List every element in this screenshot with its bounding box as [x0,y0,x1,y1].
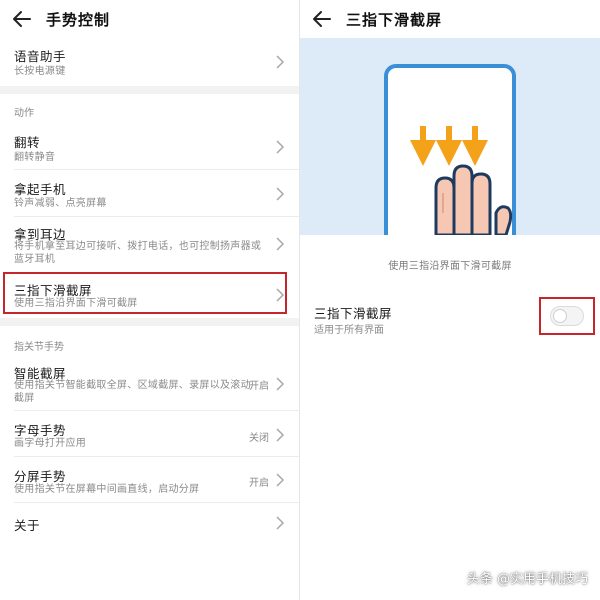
smart-screenshot-sub: 使用指关节智能截取全屏、区域截屏、录屏以及滚动截屏 [14,380,251,404]
chevron-right-icon [276,377,285,391]
section-gap [0,318,299,326]
page-title: 三指下滑截屏 [346,11,443,29]
setting-label: 三指下滑截屏 [314,306,393,321]
chevron-right-icon [276,516,285,530]
flip-item[interactable]: 翻转 翻转静音 [0,122,299,170]
flip-label: 翻转 [14,135,41,150]
letter-gesture-sub: 画字母打开应用 [14,438,87,449]
voice-assistant-label: 语音助手 [14,49,67,64]
pick-up-phone-sub: 铃声减弱、点亮屏幕 [14,198,107,209]
flip-sub: 翻转静音 [14,152,56,163]
raise-to-ear-sub: 将手机拿至耳边可接听、拨打电话，也可控制扬声器或蓝牙耳机 [14,241,262,265]
page-title: 手势控制 [46,11,111,29]
section-header-actions: 动作 [14,108,34,119]
illustration-caption: 使用三指沿界面下滑可截屏 [388,261,512,272]
raise-to-ear-item[interactable]: 拿到耳边 将手机拿至耳边可接听、拨打电话，也可控制扬声器或蓝牙耳机 [0,217,299,272]
gesture-control-panel: 手势控制 语音助手 长按电源键 动作 翻转 翻转静音 拿起手机 铃声减弱、点亮屏… [0,0,299,600]
top-bar: 三指下滑截屏 [300,0,600,38]
chevron-right-icon [276,140,285,154]
highlight-box [3,272,287,314]
setting-sub: 适用于所有界面 [314,325,384,336]
watermark: 头条 @实用手机技巧 [466,572,588,587]
back-arrow-icon[interactable] [10,8,34,30]
three-finger-screenshot-panel: 三指下滑截屏 使用三指沿界面下滑可截屏 三指下滑截屏 适用于所有界面 [300,0,600,600]
split-screen-gesture-status: 开启 [249,478,269,489]
chevron-right-icon [276,473,285,487]
pick-up-phone-label: 拿起手机 [14,182,67,197]
smart-screenshot-status: 开启 [249,381,269,392]
highlight-box [539,297,595,335]
gesture-illustration [300,38,600,258]
letter-gesture-status: 关闭 [249,433,269,444]
smart-screenshot-item[interactable]: 智能截屏 使用指关节智能截取全屏、区域截屏、录屏以及滚动截屏 开启 [0,357,299,411]
voice-assistant-item[interactable]: 语音助手 长按电源键 [0,38,299,86]
about-label: 关于 [14,518,41,533]
three-finger-swipe-illustration [384,64,516,258]
chevron-right-icon [276,55,285,69]
chevron-right-icon [276,237,285,251]
about-item[interactable]: 关于 [0,503,299,543]
letter-gesture-item[interactable]: 字母手势 画字母打开应用 关闭 [0,411,299,457]
section-gap [0,86,299,94]
chevron-right-icon [276,187,285,201]
down-arrow-icons [410,126,488,166]
section-header-knuckle: 指关节手势 [14,342,64,353]
top-bar: 手势控制 [0,0,299,38]
pick-up-phone-item[interactable]: 拿起手机 铃声减弱、点亮屏幕 [0,170,299,217]
split-screen-gesture-item[interactable]: 分屏手势 使用指关节在屏幕中间画直线，启动分屏 开启 [0,457,299,503]
back-arrow-icon[interactable] [310,8,334,30]
voice-assistant-sub: 长按电源键 [14,66,66,77]
split-screen-gesture-sub: 使用指关节在屏幕中间画直线，启动分屏 [14,484,200,495]
chevron-right-icon [276,428,285,442]
